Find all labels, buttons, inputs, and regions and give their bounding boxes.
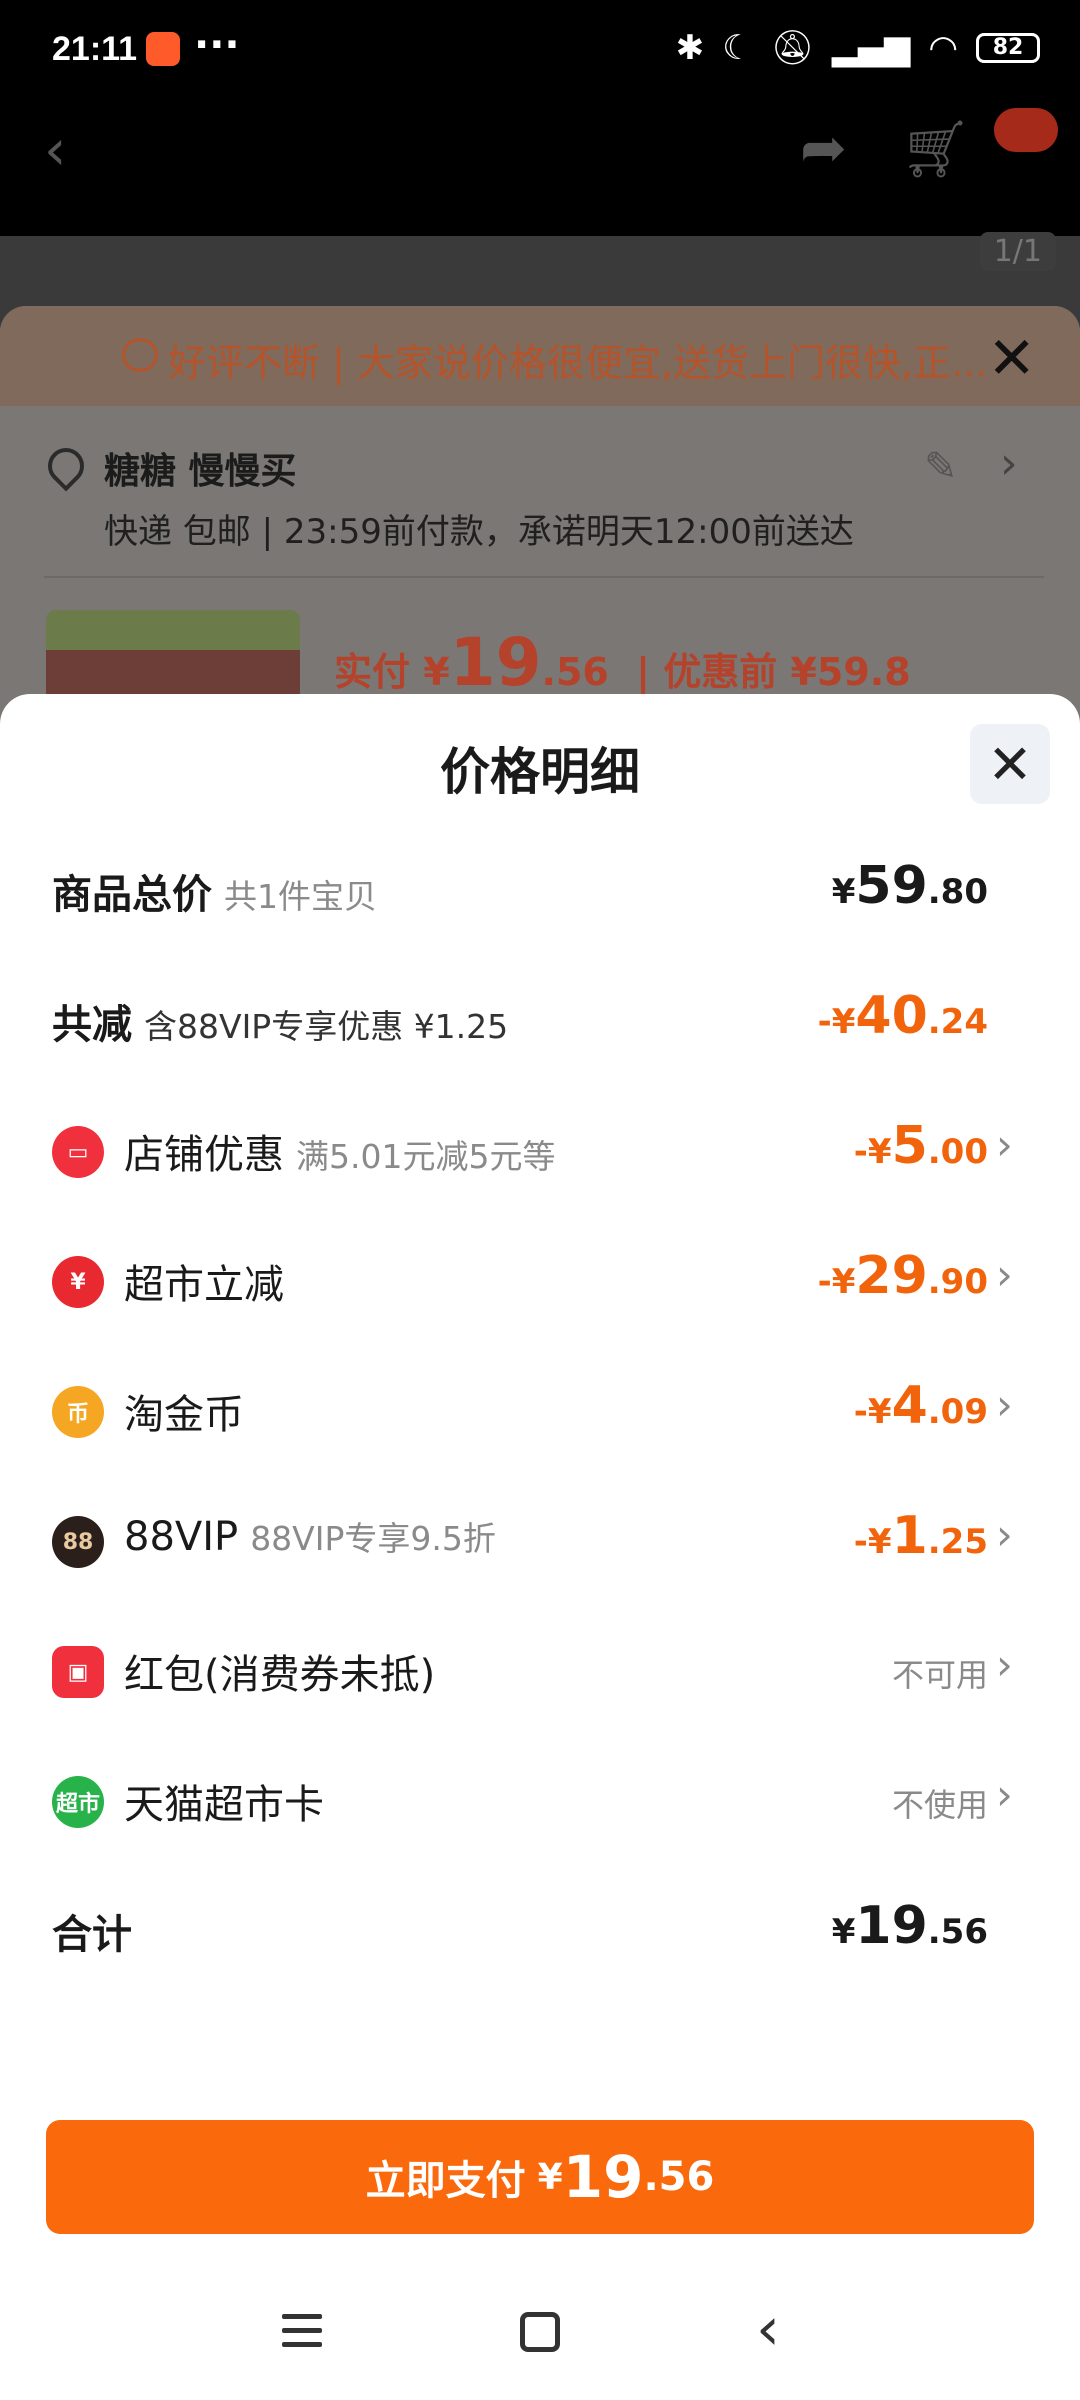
system-nav-bar: ‹ (0, 2290, 1080, 2390)
delivery-info: 快递 包邮 | 23:59前付款，承诺明天12:00前送达 (104, 512, 854, 552)
status-bar: 21:11 ··· ✱ ☾ 🔕︎ ▂▄▆ ◠ 82 (0, 0, 1080, 100)
price-dec: .56 (541, 650, 609, 694)
row-store-discount[interactable]: ▭ 店铺优惠 满5.01元减5元等 -¥5.00 › (0, 1102, 1080, 1202)
row-label: 天猫超市卡 (124, 1782, 324, 1828)
row-sub: 88VIP专享9.5折 (250, 1519, 496, 1558)
background-price: 实付 ¥19.56 | 优惠前 ¥59.8 (334, 624, 911, 701)
chevron-right-icon: › (996, 1380, 1013, 1429)
sheet-title: 价格明细 (440, 743, 640, 801)
row-amount: ¥19.56 (831, 1896, 988, 1956)
row-amount: -¥29.90 (817, 1246, 988, 1306)
red-packet-icon: ▣ (52, 1646, 104, 1698)
price-detail-sheet: 价格明细 ✕ 商品总价 共1件宝贝 ¥59.80 共减 含88VIP专享优惠 ¥1.… (0, 694, 1080, 2400)
status-icons: ✱ ☾ 🔕︎ ▂▄▆ ◠ 82 (676, 28, 1040, 68)
share-icon[interactable]: ➦ (800, 116, 847, 181)
row-tmall-card[interactable]: 超市 天猫超市卡 不使用 › (0, 1752, 1080, 1852)
price-int: 19 (449, 624, 542, 701)
row-status: 不使用 (891, 1786, 988, 1824)
moon-icon: ☾ (722, 28, 753, 68)
row-sub: 满5.01元减5元等 (296, 1137, 556, 1176)
row-supermarket-discount[interactable]: ¥ 超市立减 -¥29.90 › (0, 1232, 1080, 1332)
pay-now-button[interactable]: 立即支付 ¥ 19 .56 (46, 2120, 1034, 2234)
row-label: 合计 (52, 1912, 132, 1958)
review-banner: 好评不断 | 大家说价格很便宜,送货上门很快,正... ✕ (0, 306, 1080, 406)
chevron-right-icon: › (996, 1510, 1013, 1559)
row-taojinbi[interactable]: 币 淘金币 -¥4.09 › (0, 1362, 1080, 1462)
chevron-right-icon: › (996, 1250, 1013, 1299)
app-notification-icon (146, 32, 180, 66)
chevron-right-icon[interactable]: › (1000, 438, 1018, 489)
divider (44, 576, 1044, 578)
edit-icon[interactable]: ✎ (924, 444, 958, 490)
row-label: 淘金币 (124, 1392, 244, 1438)
row-label: 超市立减 (124, 1262, 284, 1308)
back-icon[interactable]: ‹ (44, 118, 66, 183)
row-amount: -¥40.24 (817, 986, 988, 1046)
chevron-right-icon: › (996, 1120, 1013, 1169)
mute-icon: 🔕︎ (770, 28, 814, 68)
row-subtotal: 商品总价 共1件宝贝 ¥59.80 (0, 842, 1080, 942)
coin-icon: 币 (52, 1386, 104, 1438)
signal-icon: ▂▄▆ (831, 28, 911, 68)
row-amount: -¥1.25 (853, 1506, 988, 1566)
store-icon: ▭ (52, 1126, 104, 1178)
chat-bubble-icon (122, 338, 158, 372)
wifi-icon: ◠ (928, 28, 958, 68)
close-button[interactable]: ✕ (970, 724, 1050, 804)
address-name: 糖糖 慢慢买 (104, 451, 297, 492)
location-pin-icon (40, 440, 92, 492)
pay-dec: .56 (643, 2154, 715, 2200)
battery-icon: 82 (976, 33, 1040, 63)
pay-int: 19 (562, 2143, 644, 2211)
close-icon: ✕ (987, 732, 1033, 796)
row-amount: -¥5.00 (853, 1116, 988, 1176)
row-88vip[interactable]: 88 88VIP 88VIP专享9.5折 -¥1.25 › (0, 1492, 1080, 1592)
pay-label: 立即支付 (365, 2158, 526, 2204)
status-time: 21:11 (52, 30, 138, 68)
price-before: | 优惠前 ¥59.8 (636, 650, 911, 694)
review-banner-text: 好评不断 | 大家说价格很便宜,送货上门很快,正... (168, 341, 988, 385)
row-label: 88VIP 88VIP专享9.5折 (124, 1514, 496, 1560)
row-sub: 含88VIP专享优惠 ¥1.25 (144, 1007, 509, 1046)
screen: 21:11 ··· ✱ ☾ 🔕︎ ▂▄▆ ◠ 82 ‹ ➦ 🛒︎ 1/1 好评不… (0, 0, 1080, 2400)
row-total-discount: 共减 含88VIP专享优惠 ¥1.25 -¥40.24 (0, 972, 1080, 1072)
row-sub: 共1件宝贝 (224, 877, 377, 916)
tmall-card-icon: 超市 (52, 1776, 104, 1828)
row-red-packet[interactable]: ▣ 红包(消费券未抵) 不可用 › (0, 1622, 1080, 1722)
top-bar: 21:11 ··· ✱ ☾ 🔕︎ ▂▄▆ ◠ 82 ‹ ➦ 🛒︎ (0, 0, 1080, 236)
row-status: 不可用 (891, 1656, 988, 1694)
more-notifications-icon: ··· (194, 22, 240, 68)
price-prefix: 实付 ¥ (334, 650, 450, 694)
cart-icon[interactable]: 🛒︎ (900, 116, 971, 182)
image-pager: 1/1 (979, 232, 1056, 271)
pay-currency: ¥ (537, 2156, 563, 2198)
row-label: 红包(消费券未抵) (124, 1652, 436, 1698)
row-amount: ¥59.80 (831, 856, 988, 916)
home-icon[interactable] (520, 2312, 560, 2352)
chevron-right-icon: › (996, 1770, 1013, 1819)
recent-apps-icon[interactable] (282, 2314, 322, 2356)
system-back-icon[interactable]: ‹ (756, 2294, 780, 2364)
vip-badge-icon: 88 (52, 1516, 104, 1568)
row-label: 店铺优惠 满5.01元减5元等 (124, 1132, 556, 1178)
banner-close-icon[interactable]: ✕ (987, 324, 1036, 392)
chevron-right-icon: › (996, 1640, 1013, 1689)
row-amount: -¥4.09 (853, 1376, 988, 1436)
bluetooth-icon: ✱ (675, 28, 705, 68)
message-icon[interactable] (994, 108, 1058, 152)
row-label: 商品总价 共1件宝贝 (52, 872, 377, 918)
yen-coupon-icon: ¥ (52, 1256, 104, 1308)
row-label: 共减 含88VIP专享优惠 ¥1.25 (52, 1002, 509, 1048)
row-total: 合计 ¥19.56 (0, 1882, 1080, 1982)
